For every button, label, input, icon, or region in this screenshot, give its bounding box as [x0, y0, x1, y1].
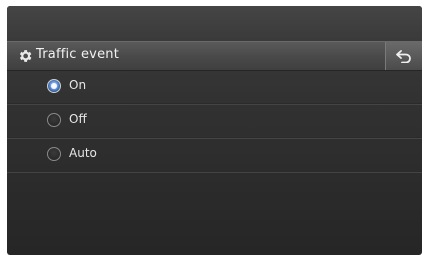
option-label-on: On [69, 78, 87, 92]
option-label-auto: Auto [69, 146, 97, 160]
header-bar: Traffic event [7, 41, 422, 71]
option-off[interactable]: Off [7, 104, 422, 138]
page-title: Traffic event [36, 47, 120, 62]
option-auto[interactable]: Auto [7, 138, 422, 172]
status-bar [7, 6, 422, 41]
option-on[interactable]: On [7, 70, 422, 104]
gear-icon [19, 50, 32, 62]
option-label-off: Off [69, 112, 87, 126]
radio-off[interactable] [47, 113, 61, 127]
back-arrow-icon [396, 50, 411, 63]
back-button[interactable] [385, 42, 422, 70]
radio-on[interactable] [47, 79, 61, 93]
navigation-screen: Traffic event On Off Auto [7, 6, 422, 255]
radio-auto[interactable] [47, 147, 61, 161]
